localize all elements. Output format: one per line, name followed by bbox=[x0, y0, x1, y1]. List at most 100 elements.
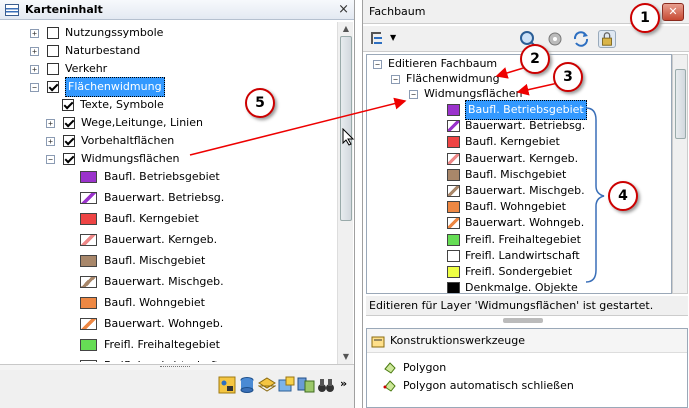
scroll-thumb[interactable] bbox=[675, 69, 686, 139]
legend-label: Freifl. Freihaltegebiet bbox=[104, 338, 220, 351]
legend-swatch bbox=[447, 120, 460, 133]
database-icon[interactable] bbox=[238, 376, 256, 394]
legend-swatch bbox=[80, 297, 97, 309]
panel-title: Karteninhalt bbox=[25, 3, 103, 16]
callout-4: 4 bbox=[608, 181, 638, 211]
legend-item: Baufl. Wohngebiet bbox=[80, 294, 205, 312]
legend-label: Freifl. Landwirtschaft bbox=[104, 357, 219, 362]
legend-item: Baufl. Kerngebiet bbox=[80, 210, 199, 228]
layer-properties-icon[interactable] bbox=[218, 376, 236, 394]
legend-swatch bbox=[80, 339, 97, 351]
fachbaum-tree: − Editieren Fachbaum − Flächenwidmung − Widmu… bbox=[366, 54, 672, 294]
legend-swatch bbox=[80, 276, 97, 288]
layer-checkbox[interactable] bbox=[47, 63, 59, 75]
lock-icon[interactable] bbox=[598, 30, 616, 48]
layer-label: Flächenwidmung bbox=[65, 77, 165, 97]
scroll-down-icon[interactable]: ▼ bbox=[338, 350, 354, 364]
layer-label: Verkehr bbox=[65, 62, 108, 75]
layer-list-icon bbox=[5, 3, 19, 16]
layer-checkbox[interactable] bbox=[63, 117, 75, 129]
close-button[interactable]: ✕ bbox=[662, 3, 684, 21]
expander-icon[interactable]: + bbox=[30, 28, 39, 38]
callout-1: 1 bbox=[630, 3, 660, 33]
legend-item: Bauerwart. Wohngeb. bbox=[80, 315, 223, 333]
expander-icon[interactable]: − bbox=[373, 59, 382, 69]
legend-swatch bbox=[80, 192, 97, 204]
fachbaum-scrollbar[interactable] bbox=[672, 54, 688, 294]
add-layer-icon[interactable] bbox=[277, 376, 295, 394]
callout-3: 3 bbox=[553, 62, 583, 92]
legend-swatch bbox=[80, 255, 97, 267]
expander-icon[interactable]: − bbox=[409, 89, 418, 99]
expander-icon[interactable]: + bbox=[46, 118, 55, 128]
legend-swatch bbox=[447, 266, 460, 278]
layer-item[interactable]: + Naturbestand bbox=[30, 42, 140, 60]
layer-label: Naturbestand bbox=[65, 44, 141, 57]
layer-item[interactable]: + Vorbehaltflächen bbox=[46, 132, 174, 150]
refresh-icon[interactable] bbox=[572, 30, 590, 48]
panel-title: Fachbaum bbox=[369, 5, 426, 18]
filter-tree-icon[interactable] bbox=[369, 30, 387, 48]
layer-label: Wege,Leitunge, Linien bbox=[81, 116, 203, 129]
expander-icon[interactable]: + bbox=[30, 64, 39, 74]
legend-swatch bbox=[447, 282, 460, 293]
layer-label: Nutzungssymbole bbox=[65, 26, 164, 39]
legend-label: Bauerwart. Wohngeb. bbox=[104, 317, 224, 330]
legend-swatch bbox=[447, 136, 460, 149]
layer-item[interactable]: − Widmungsflächen bbox=[46, 150, 179, 168]
binoculars-icon[interactable] bbox=[317, 376, 335, 394]
expander-icon[interactable]: − bbox=[30, 82, 39, 92]
legend-label: Bauerwart. Betriebsg. bbox=[104, 191, 225, 204]
splitter-grip[interactable] bbox=[503, 318, 543, 323]
layer-tree-scrollbar[interactable]: ▲ ▼ bbox=[337, 22, 353, 364]
layer-checkbox[interactable] bbox=[63, 153, 75, 165]
tool-polygon-auto-close[interactable]: Polygon automatisch schließen bbox=[383, 377, 574, 395]
dropdown-chevron-icon[interactable]: ▼ bbox=[390, 33, 396, 42]
layer-item[interactable]: + Verkehr bbox=[30, 60, 107, 78]
layer-checkbox[interactable] bbox=[63, 135, 75, 147]
callout-2: 2 bbox=[520, 44, 550, 74]
tool-label: Polygon automatisch schließen bbox=[403, 379, 574, 392]
legend-label: Baufl. Betriebsgebiet bbox=[104, 170, 220, 183]
construction-tools-header: Konstruktionswerkzeuge bbox=[367, 329, 687, 353]
bottom-toolbar: » bbox=[0, 370, 354, 408]
expander-icon[interactable]: + bbox=[46, 136, 55, 146]
legend-swatch bbox=[447, 168, 460, 181]
construction-tools-panel: Konstruktionswerkzeuge Polygon Polygon a… bbox=[366, 328, 688, 408]
legend-item: Bauerwart. Mischgeb. bbox=[80, 273, 224, 291]
legend-label: Bauerwart. Kerngeb. bbox=[104, 233, 218, 246]
legend-item: Freifl. Landwirtschaft bbox=[80, 357, 219, 362]
legend-swatch bbox=[447, 249, 460, 262]
layer-checkbox[interactable] bbox=[62, 99, 74, 111]
karteninhalt-header: Karteninhalt × bbox=[0, 0, 354, 20]
layer-checkbox[interactable] bbox=[47, 27, 59, 39]
layer-item[interactable]: + Wege,Leitunge, Linien bbox=[46, 114, 203, 132]
expander-icon[interactable]: + bbox=[30, 46, 39, 56]
scroll-up-icon[interactable]: ▲ bbox=[338, 22, 354, 36]
legend-item: Freifl. Freihaltegebiet bbox=[80, 336, 220, 354]
legend-item: Bauerwart. Betriebsg. bbox=[80, 189, 224, 207]
close-icon[interactable]: × bbox=[338, 2, 349, 17]
polygon-icon bbox=[384, 362, 396, 374]
layer-label: Vorbehaltflächen bbox=[81, 134, 175, 147]
overflow-chevron-icon[interactable]: » bbox=[340, 377, 347, 390]
layer-checkbox[interactable] bbox=[47, 45, 59, 57]
layer-item[interactable]: Texte, Symbole bbox=[62, 96, 164, 114]
legend-item: Baufl. Mischgebiet bbox=[80, 252, 205, 270]
expander-icon[interactable]: − bbox=[46, 154, 55, 164]
legend-swatch bbox=[447, 217, 460, 230]
layer-item[interactable]: + Nutzungssymbole bbox=[30, 24, 163, 42]
legend-swatch bbox=[80, 213, 97, 225]
layers-icon[interactable] bbox=[258, 376, 276, 394]
settings-icon[interactable] bbox=[546, 30, 564, 48]
layer-checkbox[interactable] bbox=[47, 81, 59, 93]
fachbaum-legend-item[interactable]: Denkmalge. Objekte bbox=[447, 279, 578, 293]
tools-header-label: Konstruktionswerkzeuge bbox=[390, 334, 525, 347]
mouse-pointer-icon bbox=[342, 128, 354, 146]
legend-swatch bbox=[80, 234, 97, 246]
expander-icon[interactable]: − bbox=[391, 74, 400, 84]
layer-item[interactable]: − Flächenwidmung bbox=[30, 77, 165, 97]
tool-polygon[interactable]: Polygon bbox=[383, 359, 446, 377]
map-layers-icon[interactable] bbox=[297, 376, 315, 394]
legend-label: Baufl. Kerngebiet bbox=[104, 212, 199, 225]
